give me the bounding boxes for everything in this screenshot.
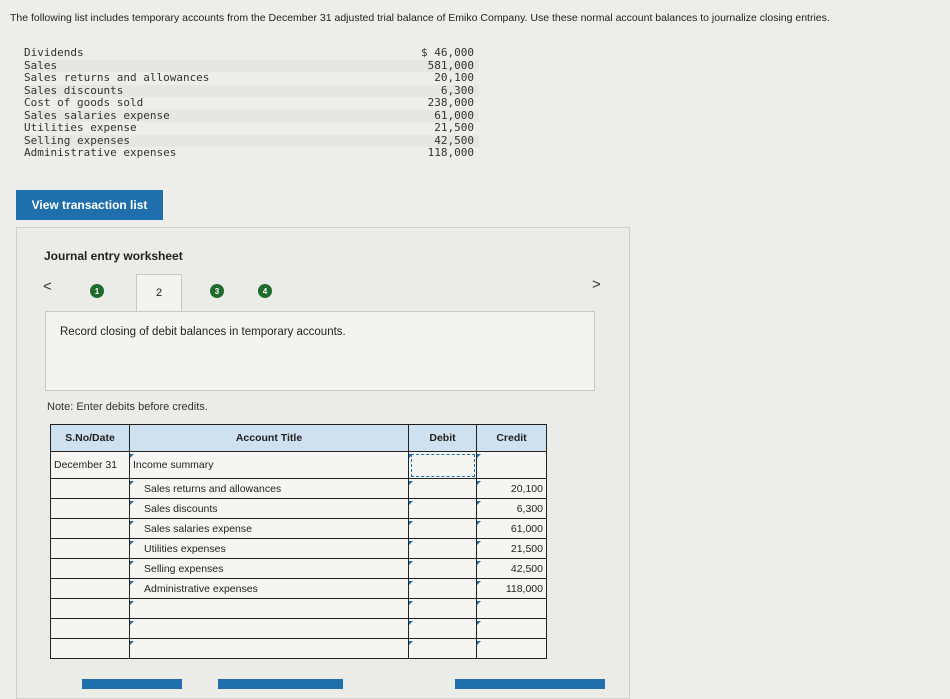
debit-input[interactable] (408, 538, 477, 559)
balance-amount: 21,500 (434, 121, 474, 134)
account-cell[interactable]: Administrative expenses (129, 578, 409, 599)
balance-account: Cost of goods sold (24, 96, 144, 109)
date-cell[interactable]: December 31 (50, 451, 130, 479)
instruction-panel: Record closing of debit balances in temp… (45, 311, 595, 391)
balance-account: Administrative expenses (24, 146, 177, 159)
table-row: Sales salaries expense 61,000 (50, 518, 547, 539)
balance-amount: $ 46,000 (421, 46, 474, 59)
balance-amount: 118,000 (427, 146, 474, 159)
balance-row: Cost of goods sold 238,000 (24, 96, 479, 110)
debit-column-header: Debit (408, 424, 477, 452)
account-cell[interactable]: Income summary (129, 451, 409, 479)
next-step-arrow-icon[interactable]: > (592, 276, 601, 293)
balance-row: Administrative expenses 118,000 (24, 146, 479, 160)
account-cell[interactable] (129, 638, 409, 659)
step-3-button[interactable]: 3 (210, 284, 224, 298)
debit-input[interactable] (408, 638, 477, 659)
step-1-button[interactable]: 1 (90, 284, 104, 298)
view-transaction-list-button[interactable]: View transaction list (16, 190, 163, 220)
debit-input[interactable] (408, 451, 477, 479)
bottom-action-button-3[interactable] (455, 679, 605, 689)
credit-input[interactable]: 20,100 (476, 478, 547, 499)
step-2-tab-active[interactable]: 2 (136, 274, 182, 312)
date-cell[interactable] (50, 538, 130, 559)
account-cell[interactable]: Sales salaries expense (129, 518, 409, 539)
account-cell[interactable]: Sales returns and allowances (129, 478, 409, 499)
journal-header-row: S.No/Date Account Title Debit Credit (50, 424, 547, 452)
account-cell[interactable]: Sales discounts (129, 498, 409, 519)
debit-input[interactable] (408, 478, 477, 499)
credit-input[interactable]: 61,000 (476, 518, 547, 539)
problem-prompt: The following list includes temporary ac… (10, 12, 830, 24)
date-cell[interactable] (50, 478, 130, 499)
table-row: December 31 Income summary (50, 451, 547, 479)
journal-table: S.No/Date Account Title Debit Credit Dec… (50, 424, 547, 659)
debit-input[interactable] (408, 578, 477, 599)
table-row (50, 638, 547, 659)
balance-row: Utilities expense 21,500 (24, 121, 479, 135)
date-cell[interactable] (50, 638, 130, 659)
debit-input[interactable] (408, 618, 477, 639)
debit-input[interactable] (408, 518, 477, 539)
account-column-header: Account Title (129, 424, 409, 452)
credit-input[interactable] (476, 618, 547, 639)
credit-input[interactable]: 6,300 (476, 498, 547, 519)
table-row (50, 598, 547, 619)
date-column-header: S.No/Date (50, 424, 130, 452)
date-cell[interactable] (50, 518, 130, 539)
date-cell[interactable] (50, 498, 130, 519)
balance-row: Dividends $ 46,000 (24, 46, 479, 60)
account-cell[interactable]: Selling expenses (129, 558, 409, 579)
prev-step-arrow-icon[interactable]: < (43, 278, 52, 295)
account-cell[interactable]: Utilities expenses (129, 538, 409, 559)
bottom-action-button-1[interactable] (82, 679, 182, 689)
journal-entry-worksheet: Journal entry worksheet < 1 2 3 4 > Reco… (16, 227, 630, 699)
trial-balance-list: Dividends $ 46,000 Sales 581,000 Sales ret… (24, 46, 479, 160)
balance-account: Sales returns and allowances (24, 71, 210, 84)
credit-input[interactable] (476, 451, 547, 479)
date-cell[interactable] (50, 618, 130, 639)
debit-input[interactable] (408, 498, 477, 519)
bottom-action-button-2[interactable] (218, 679, 343, 689)
credit-input[interactable]: 42,500 (476, 558, 547, 579)
debit-input[interactable] (408, 558, 477, 579)
table-row: Selling expenses 42,500 (50, 558, 547, 579)
date-cell[interactable] (50, 558, 130, 579)
balance-amount: 238,000 (427, 96, 474, 109)
note-text: Note: Enter debits before credits. (47, 401, 208, 413)
step-4-button[interactable]: 4 (258, 284, 272, 298)
date-cell[interactable] (50, 598, 130, 619)
credit-input[interactable] (476, 598, 547, 619)
balance-row: Sales returns and allowances 20,100 (24, 71, 479, 85)
credit-input[interactable] (476, 638, 547, 659)
table-row: Utilities expenses 21,500 (50, 538, 547, 559)
debit-input[interactable] (408, 598, 477, 619)
credit-column-header: Credit (476, 424, 547, 452)
account-cell[interactable] (129, 598, 409, 619)
table-row (50, 618, 547, 639)
credit-input[interactable]: 21,500 (476, 538, 547, 559)
instruction-text: Record closing of debit balances in temp… (60, 326, 346, 338)
balance-amount: 20,100 (434, 71, 474, 84)
balance-account: Dividends (24, 46, 84, 59)
table-row: Sales discounts 6,300 (50, 498, 547, 519)
table-row: Administrative expenses 118,000 (50, 578, 547, 599)
credit-input[interactable]: 118,000 (476, 578, 547, 599)
worksheet-title: Journal entry worksheet (44, 249, 183, 263)
balance-account: Utilities expense (24, 121, 137, 134)
date-cell[interactable] (50, 578, 130, 599)
table-row: Sales returns and allowances 20,100 (50, 478, 547, 499)
account-cell[interactable] (129, 618, 409, 639)
